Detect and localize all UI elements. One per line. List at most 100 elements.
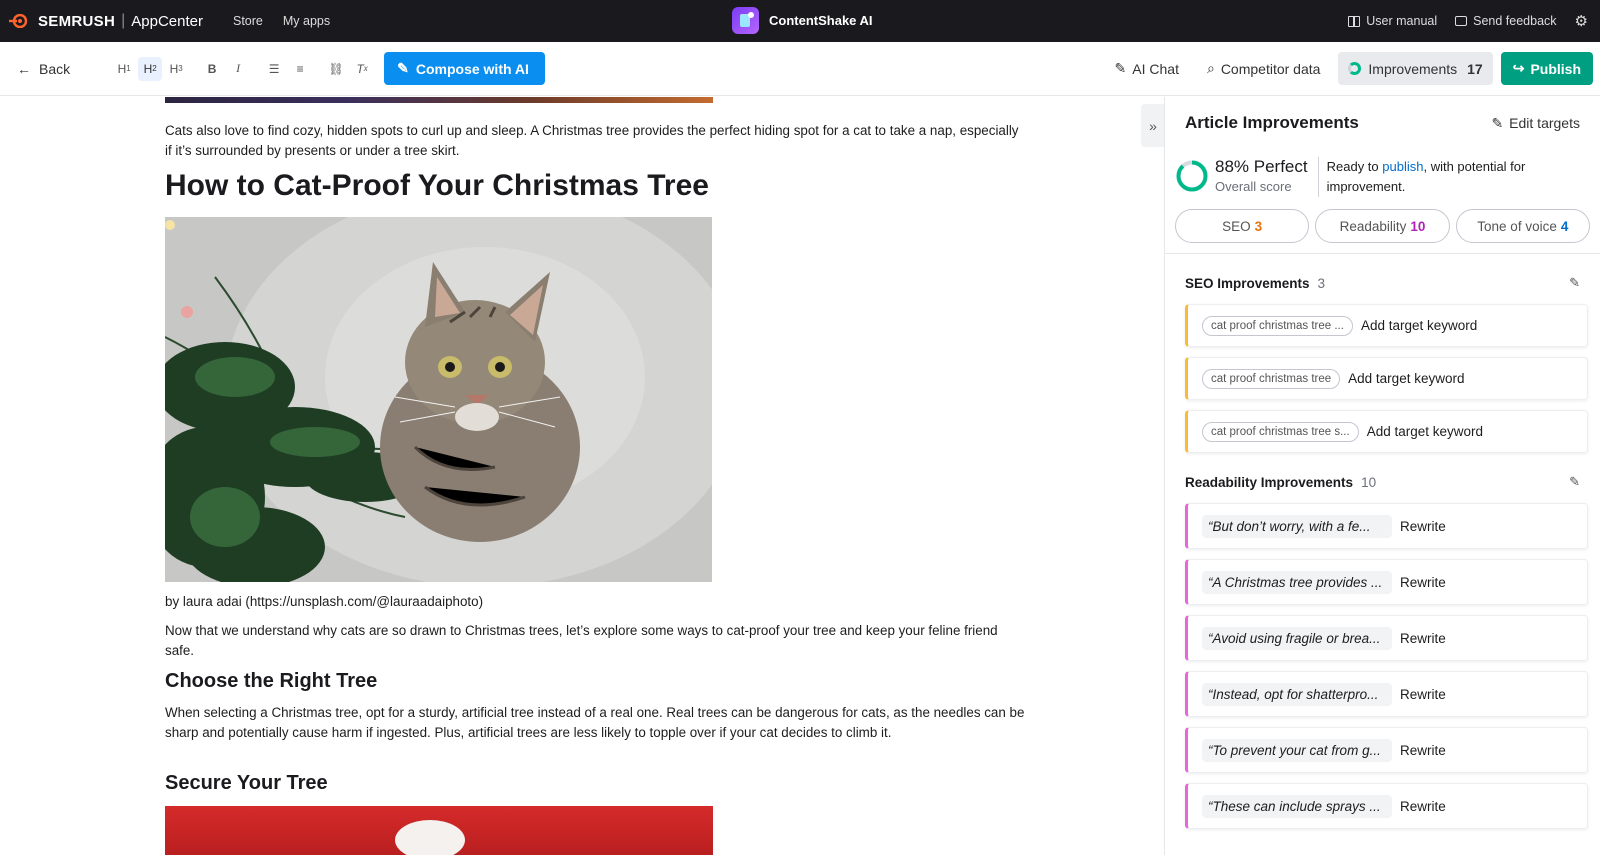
keyword-chip: cat proof christmas tree ... [1202,315,1353,336]
seo-section-title: SEO Improvements [1185,275,1310,291]
gear-icon[interactable]: ⚙ [1575,12,1588,30]
readability-card[interactable]: “But don’t worry, with a fe... Rewrite [1185,503,1588,549]
send-feedback-label: Send feedback [1473,14,1557,28]
semrush-logo[interactable]: SEMRUSH | AppCenter [8,12,203,30]
heading-h2: Choose the Right Tree [165,668,1025,694]
rewrite-button[interactable]: Rewrite [1400,631,1446,646]
book-icon [1348,15,1361,27]
article-image-cat[interactable] [165,217,712,582]
card-action[interactable]: Add target keyword [1348,371,1464,386]
pen-sparkle-icon: ✎ [397,60,409,76]
keyword-chip: cat proof christmas tree s... [1202,421,1359,442]
pill-count: 3 [1254,218,1263,234]
publish-link[interactable]: publish [1382,159,1423,174]
bullet-list-icon[interactable]: ≡ [288,57,312,81]
readability-card[interactable]: “Instead, opt for shatterpro... Rewrite [1185,671,1588,717]
compose-with-ai-button[interactable]: ✎ Compose with AI [384,52,545,85]
ai-chat-button[interactable]: ✎ AI Chat [1105,52,1189,85]
pill-label: Tone of voice [1477,218,1557,234]
collapse-panel-button[interactable]: » [1141,104,1165,147]
heading1-button[interactable]: H1 [112,57,136,81]
app-title: ContentShake AI [732,7,873,34]
improvements-label: Improvements [1368,60,1458,77]
format-buttons: H1 H2 H3 B I ☰ ≡ ⛓ Tx [112,56,374,81]
paragraph: Now that we understand why cats are so d… [165,621,1025,661]
contentshake-app-icon [732,7,759,34]
bold-button[interactable]: B [200,57,224,81]
ordered-list-icon[interactable]: ☰ [262,57,286,81]
pill-readability[interactable]: Readability 10 [1315,209,1450,243]
toolbar-right: ✎ AI Chat ⌕ Competitor data Improvements… [1105,52,1593,85]
card-action[interactable]: Add target keyword [1367,424,1483,439]
rewrite-button[interactable]: Rewrite [1400,799,1446,814]
msg-text: Ready to [1326,159,1383,174]
readability-card[interactable]: “These can include sprays ... Rewrite [1185,783,1588,829]
user-manual-link[interactable]: User manual [1348,14,1437,28]
article-editor[interactable]: Cats also love to find cozy, hidden spot… [0,97,1143,855]
brand-separator: | [121,12,126,29]
rewrite-button[interactable]: Rewrite [1400,575,1446,590]
back-button[interactable]: ← Back [17,61,70,77]
user-manual-label: User manual [1366,14,1438,28]
sentence-quote: “These can include sprays ... [1202,794,1392,818]
nav-my-apps[interactable]: My apps [283,14,330,28]
pill-count: 4 [1560,218,1569,234]
seo-card[interactable]: cat proof christmas tree s... Add target… [1185,410,1588,453]
readability-card[interactable]: “To prevent your cat from g... Rewrite [1185,727,1588,773]
article-image-santa-hat[interactable] [165,806,713,855]
heading2-button[interactable]: H2 [138,56,163,81]
rewrite-button[interactable]: Rewrite [1400,743,1446,758]
caption-text: by laura adai (https://unsplash.com/@lau… [165,594,484,609]
score-value: 88% Perfect [1215,157,1308,176]
seo-card[interactable]: cat proof christmas tree ... Add target … [1185,304,1588,347]
send-feedback-link[interactable]: Send feedback [1455,14,1557,28]
pencil-icon: ✎ [1491,114,1504,131]
italic-button[interactable]: I [226,57,250,81]
heading-h1: How to Cat-Proof Your Christmas Tree [165,168,1025,204]
publish-button[interactable]: ↪ Publish [1500,52,1593,85]
top-nav: Store My apps [233,14,330,28]
heading-h2: Secure Your Tree [165,770,1025,796]
keyword-chip: cat proof christmas tree [1202,368,1341,389]
arrow-left-icon: ← [17,60,31,77]
edit-targets-button[interactable]: ✎ Edit targets [1491,115,1580,132]
paragraph-text: Now that we understand why cats are so d… [165,623,998,658]
link-icon[interactable]: ⛓ [324,57,348,81]
readability-cards: “But don’t worry, with a fe... Rewrite “… [1165,503,1600,829]
double-chevron-right-icon: » [1149,117,1157,134]
pen-icon: ✎ [1114,60,1127,76]
pill-label: Readability [1339,218,1407,234]
pill-count: 10 [1410,218,1426,234]
pill-seo[interactable]: SEO 3 [1175,209,1310,243]
score-text: 88% Perfect Overall score [1215,157,1308,194]
pencil-icon[interactable]: ✎ [1569,474,1580,490]
panel-header: Article Improvements ✎ Edit targets [1165,97,1600,149]
heading-text: Secure Your Tree [165,772,328,794]
app-name: ContentShake AI [769,13,873,28]
rewrite-button[interactable]: Rewrite [1400,519,1446,534]
rewrite-button[interactable]: Rewrite [1400,687,1446,702]
paragraph-text: Cats also love to find cozy, hidden spot… [165,123,1019,158]
nav-store[interactable]: Store [233,14,263,28]
share-arrow-icon: ↪ [1512,60,1525,76]
heading3-button[interactable]: H3 [164,57,188,81]
back-label: Back [39,60,71,77]
pill-tone-of-voice[interactable]: Tone of voice 4 [1455,209,1590,243]
pill-label: SEO [1222,218,1251,234]
appcenter-label: AppCenter [131,12,203,30]
top-bar: SEMRUSH | AppCenter Store My apps Conten… [0,0,1600,42]
publish-label: Publish [1530,60,1581,77]
pencil-icon[interactable]: ✎ [1569,275,1580,291]
clear-format-icon[interactable]: Tx [350,57,374,81]
top-right-links: User manual Send feedback ⚙ [1348,0,1588,42]
competitor-data-button[interactable]: ⌕ Competitor data [1197,52,1330,85]
article-image-bottom-edge [165,97,713,103]
cat-photo-illustration [165,217,712,582]
paragraph: Cats also love to find cozy, hidden spot… [165,121,1025,161]
seo-card[interactable]: cat proof christmas tree Add target keyw… [1185,357,1588,400]
card-action[interactable]: Add target keyword [1361,318,1477,333]
panel-title: Article Improvements [1185,113,1359,132]
readability-card[interactable]: “A Christmas tree provides ... Rewrite [1185,559,1588,605]
readability-card[interactable]: “Avoid using fragile or brea... Rewrite [1185,615,1588,661]
improvements-tab[interactable]: Improvements 17 [1338,52,1493,85]
